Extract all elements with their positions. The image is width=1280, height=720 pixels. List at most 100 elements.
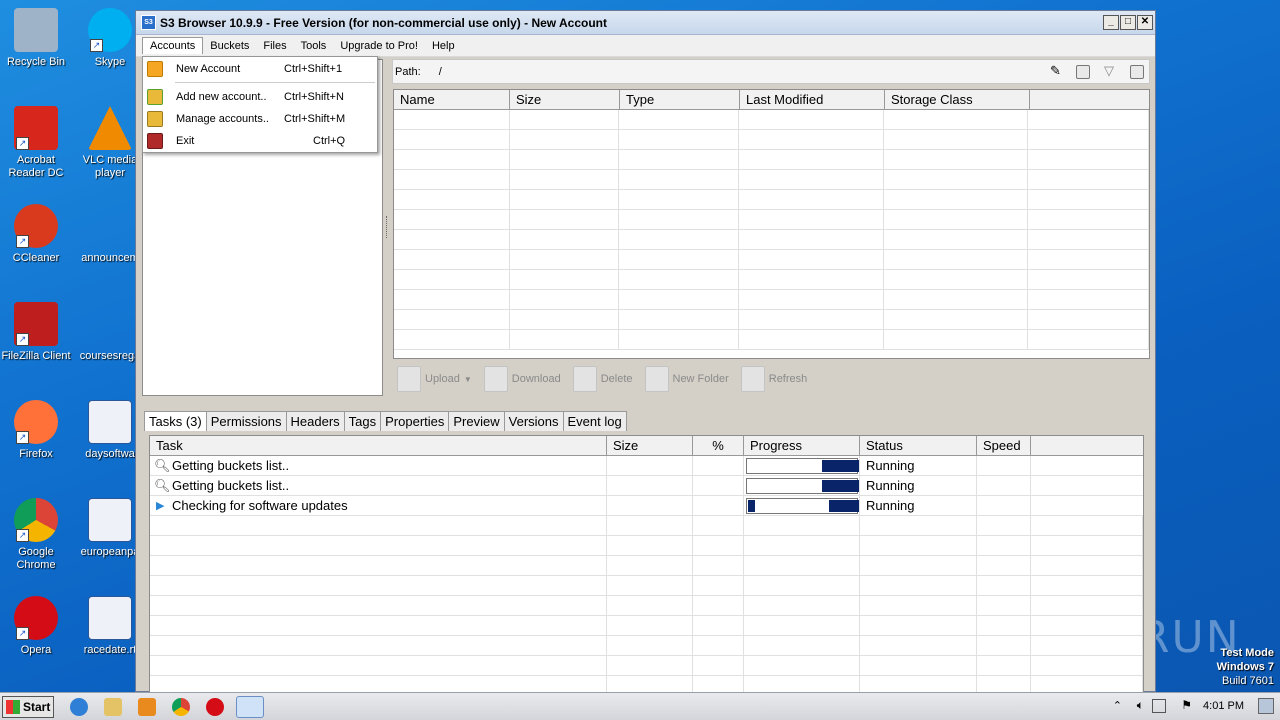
file-list[interactable]: Name Size Type Last Modified Storage Cla… bbox=[393, 89, 1150, 359]
search-icon: 🔍︎ bbox=[154, 477, 171, 493]
task-cell bbox=[977, 615, 1031, 636]
explorer-icon[interactable] bbox=[104, 698, 122, 716]
file-row-empty bbox=[394, 190, 1149, 210]
minimize-button[interactable]: _ bbox=[1103, 15, 1119, 30]
upload-button[interactable]: Upload ▼ bbox=[397, 366, 472, 392]
show-desktop-button[interactable] bbox=[1258, 698, 1274, 714]
column-size[interactable]: Size bbox=[510, 90, 620, 109]
menu-files[interactable]: Files bbox=[256, 38, 293, 54]
search-icon: 🔍︎ bbox=[154, 457, 171, 473]
menu-item-new-account[interactable]: New Account Ctrl+Shift+1 bbox=[143, 59, 377, 79]
s3-browser-task-button[interactable] bbox=[236, 696, 264, 718]
task-cell bbox=[977, 675, 1031, 692]
file-cell bbox=[1028, 310, 1149, 330]
menu-item-manage-accounts[interactable]: Manage accounts.. Ctrl+Shift+M bbox=[143, 109, 377, 129]
menu-item-label: Add new account.. bbox=[176, 91, 267, 103]
task-cell bbox=[1031, 635, 1143, 656]
task-list[interactable]: Task Size % Progress Status Speed 🔍︎ Get… bbox=[149, 435, 1144, 693]
copy-icon[interactable] bbox=[1130, 65, 1144, 79]
action-center-flag-icon[interactable]: ⚑ bbox=[1181, 698, 1192, 712]
refresh-icon bbox=[740, 366, 765, 392]
tab-headers[interactable]: Headers bbox=[285, 411, 345, 431]
download-button[interactable]: Download bbox=[483, 366, 561, 392]
new-folder-button[interactable]: New Folder bbox=[644, 366, 729, 392]
file-cell bbox=[510, 110, 620, 130]
task-row[interactable]: 🔍︎ Getting buckets list.. Running bbox=[150, 455, 1143, 476]
desktop-icon-filezilla[interactable]: ↗ FileZilla Client bbox=[0, 302, 72, 363]
desktop-icon-recycle-bin[interactable]: Recycle Bin bbox=[0, 8, 72, 69]
task-cell bbox=[744, 515, 860, 536]
desktop-icon-firefox[interactable]: ↗ Firefox bbox=[0, 400, 72, 461]
exit-icon bbox=[147, 133, 163, 149]
tab-preview[interactable]: Preview bbox=[448, 411, 505, 431]
chrome-icon[interactable] bbox=[172, 698, 190, 716]
column-name[interactable]: Name bbox=[394, 90, 510, 109]
show-hidden-icons-icon[interactable]: ⌃ bbox=[1113, 699, 1122, 712]
title-bar[interactable]: S3 S3 Browser 10.9.9 - Free Version (for… bbox=[136, 11, 1155, 35]
maximize-button[interactable]: □ bbox=[1120, 15, 1136, 30]
filter-icon[interactable]: ▽ bbox=[1104, 64, 1118, 79]
column-type[interactable]: Type bbox=[620, 90, 740, 109]
network-icon[interactable] bbox=[1152, 699, 1166, 713]
column-storage-class[interactable]: Storage Class bbox=[885, 90, 1030, 109]
task-row[interactable]: 🔍︎ Getting buckets list.. Running bbox=[150, 475, 1143, 496]
volume-icon[interactable]: 🔈︎ bbox=[1137, 698, 1144, 713]
column-speed[interactable]: Speed bbox=[977, 436, 1031, 455]
file-cell bbox=[619, 270, 740, 290]
file-cell bbox=[1028, 130, 1149, 150]
tab-event-log[interactable]: Event log bbox=[562, 411, 627, 431]
file-cell bbox=[884, 250, 1029, 270]
menu-item-add-account[interactable]: Add new account.. Ctrl+Shift+N bbox=[143, 87, 377, 107]
menu-item-shortcut: Ctrl+Shift+M bbox=[284, 113, 346, 125]
desktop-icon-ccleaner[interactable]: ↗ CCleaner bbox=[0, 204, 72, 265]
tab-versions[interactable]: Versions bbox=[503, 411, 564, 431]
progress-bar bbox=[746, 497, 859, 514]
media-player-icon[interactable] bbox=[138, 698, 156, 716]
menu-buckets[interactable]: Buckets bbox=[203, 38, 256, 54]
menu-upgrade[interactable]: Upgrade to Pro! bbox=[333, 38, 425, 54]
task-cell bbox=[860, 615, 977, 636]
delete-button[interactable]: Delete bbox=[572, 366, 633, 392]
column-last-modified[interactable]: Last Modified bbox=[740, 90, 885, 109]
menu-item-exit[interactable]: Exit Ctrl+Q bbox=[143, 131, 377, 151]
view-icon[interactable] bbox=[1076, 65, 1090, 79]
start-button[interactable]: Start bbox=[2, 696, 54, 718]
menu-item-shortcut: Ctrl+Shift+N bbox=[284, 91, 344, 103]
task-cell bbox=[860, 555, 977, 576]
desktop-icon-chrome[interactable]: ↗ Google Chrome bbox=[0, 498, 72, 572]
menu-tools[interactable]: Tools bbox=[294, 38, 334, 54]
task-status: Running bbox=[860, 495, 977, 516]
panel-splitter[interactable] bbox=[386, 216, 389, 238]
task-cell bbox=[744, 635, 860, 656]
opera-icon[interactable] bbox=[206, 698, 224, 716]
internet-explorer-icon[interactable] bbox=[70, 698, 88, 716]
file-cell bbox=[1028, 210, 1149, 230]
clock[interactable]: 4:01 PM bbox=[1203, 700, 1244, 712]
desktop-icon-label: CCleaner bbox=[12, 252, 60, 264]
column-size[interactable]: Size bbox=[607, 436, 693, 455]
menu-accounts[interactable]: Accounts bbox=[142, 37, 204, 54]
tab-properties[interactable]: Properties bbox=[380, 411, 450, 431]
close-button[interactable]: ✕ bbox=[1137, 15, 1153, 30]
windows-logo-icon bbox=[6, 700, 20, 714]
column-percent[interactable]: % bbox=[693, 436, 744, 455]
tab-tags[interactable]: Tags bbox=[343, 411, 382, 431]
task-cell bbox=[860, 575, 977, 596]
column-progress[interactable]: Progress bbox=[744, 436, 860, 455]
task-percent bbox=[693, 475, 744, 496]
file-list-header: Name Size Type Last Modified Storage Cla… bbox=[394, 90, 1149, 110]
desktop-icon-acrobat[interactable]: ↗ Acrobat Reader DC bbox=[0, 106, 72, 180]
desktop-icon-opera[interactable]: ↗ Opera bbox=[0, 596, 72, 657]
file-cell bbox=[884, 130, 1029, 150]
path-value[interactable]: / bbox=[439, 66, 442, 78]
menu-help[interactable]: Help bbox=[425, 38, 462, 54]
column-status[interactable]: Status bbox=[860, 436, 977, 455]
refresh-button[interactable]: Refresh bbox=[740, 366, 807, 392]
watermark-line: Windows 7 bbox=[1216, 661, 1274, 673]
edit-icon[interactable]: ✎ bbox=[1050, 64, 1064, 79]
task-row[interactable]: ▶ Checking for software updates Running bbox=[150, 495, 1143, 516]
column-task[interactable]: Task bbox=[150, 436, 607, 455]
task-cell bbox=[150, 555, 607, 576]
tab-permissions[interactable]: Permissions bbox=[205, 411, 287, 431]
tab-tasks[interactable]: Tasks (3) bbox=[144, 411, 207, 431]
